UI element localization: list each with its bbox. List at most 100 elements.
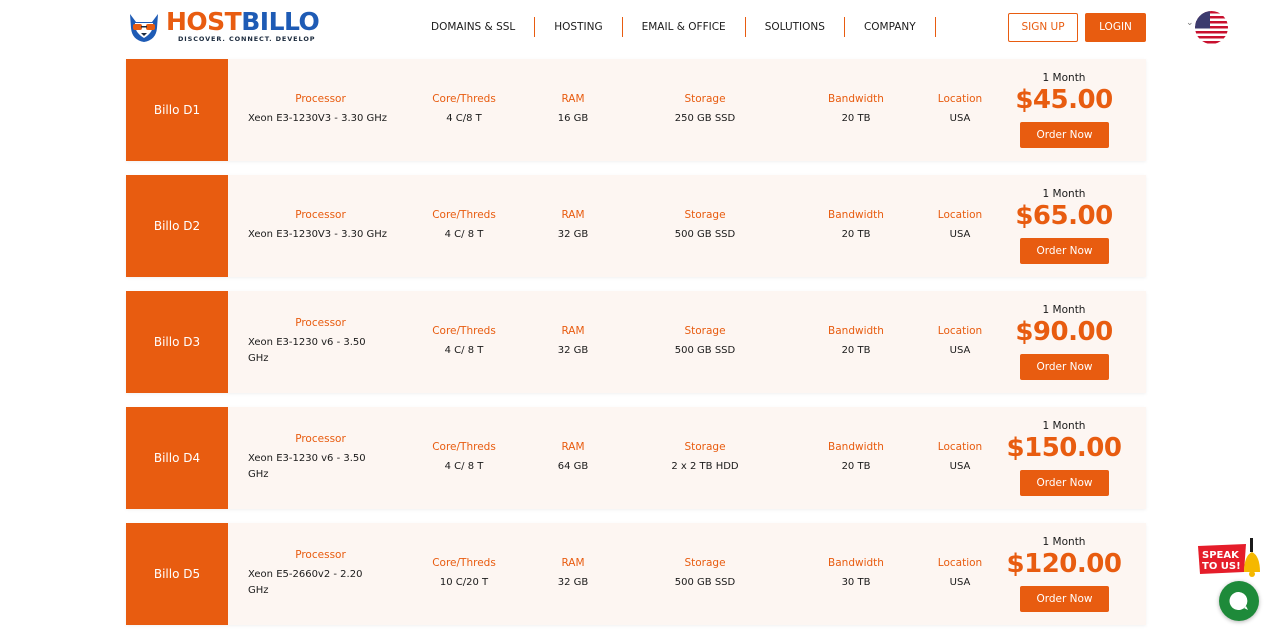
cat-mascot-icon (130, 14, 158, 42)
location-label: Location (937, 441, 983, 453)
location-value: USA (949, 577, 971, 588)
processor-value: Xeon E3-1230V3 - 3.30 GHz (248, 113, 388, 124)
nav-company[interactable]: COMPANY (845, 17, 936, 37)
processor-label: Processor (295, 93, 346, 105)
storage-label: Storage (684, 557, 726, 569)
price-column: 1 Month $120.00 Order Now (1006, 523, 1122, 625)
location-spec: Location USA (925, 407, 995, 509)
chat-bubble-icon (1229, 591, 1248, 610)
plan-card: Billo D3 Processor Xeon E3-1230 v6 - 3.5… (126, 291, 1146, 393)
bandwidth-spec: Bandwidth 30 TB (816, 523, 896, 625)
signup-button[interactable]: SIGN UP (1008, 13, 1078, 42)
location-value: USA (949, 113, 971, 124)
storage-spec: Storage 500 GB SSD (650, 291, 760, 393)
plan-card: Billo D1 Processor Xeon E3-1230V3 - 3.30… (126, 59, 1146, 161)
brand-tagline: DISCOVER. CONNECT. DEVELOP (178, 35, 316, 43)
plan-name: Billo D4 (126, 407, 228, 509)
bandwidth-value: 20 TB (841, 113, 871, 124)
plan-price: $90.00 (1015, 317, 1113, 347)
nav-domains-ssl[interactable]: DOMAINS & SSL (412, 17, 536, 37)
bandwidth-value: 20 TB (841, 345, 871, 356)
cores-label: Core/Threds (432, 557, 496, 569)
billing-term: 1 Month (1042, 72, 1086, 84)
processor-spec: Processor Xeon E3-1230 v6 - 3.50 GHz (248, 291, 383, 393)
bandwidth-label: Bandwidth (828, 325, 884, 337)
location-spec: Location USA (925, 59, 995, 161)
nav-solutions[interactable]: SOLUTIONS (746, 17, 845, 37)
plan-name: Billo D5 (126, 523, 228, 625)
billing-term: 1 Month (1042, 188, 1086, 200)
location-label: Location (937, 209, 983, 221)
bandwidth-spec: Bandwidth 20 TB (816, 175, 896, 277)
cores-spec: Core/Threds 4 C/8 T (414, 59, 514, 161)
brand-wordmark: HOSTBILLO (166, 7, 320, 36)
price-column: 1 Month $65.00 Order Now (1006, 175, 1122, 277)
ram-spec: RAM 64 GB (533, 407, 613, 509)
storage-label: Storage (684, 93, 726, 105)
speak-text-line2: TO US! (1202, 561, 1241, 572)
ram-spec: RAM 32 GB (533, 291, 613, 393)
order-now-button[interactable]: Order Now (1020, 586, 1109, 612)
bandwidth-value: 20 TB (841, 461, 871, 472)
ram-label: RAM (561, 325, 585, 337)
cores-spec: Core/Threds 4 C/ 8 T (414, 291, 514, 393)
speak-to-us-widget[interactable]: SPEAK TO US! (1196, 536, 1266, 578)
bandwidth-label: Bandwidth (828, 441, 884, 453)
nav-email-office[interactable]: EMAIL & OFFICE (623, 17, 746, 37)
chat-button[interactable] (1219, 581, 1259, 621)
storage-label: Storage (684, 441, 726, 453)
ram-value: 32 GB (557, 229, 589, 240)
ram-label: RAM (561, 93, 585, 105)
bandwidth-value: 20 TB (841, 229, 871, 240)
ram-spec: RAM 16 GB (533, 59, 613, 161)
cores-label: Core/Threds (432, 93, 496, 105)
location-spec: Location USA (925, 175, 995, 277)
bandwidth-spec: Bandwidth 20 TB (816, 59, 896, 161)
login-button[interactable]: LOGIN (1085, 13, 1146, 42)
order-now-button[interactable]: Order Now (1020, 122, 1109, 148)
location-value: USA (949, 229, 971, 240)
ram-value: 32 GB (557, 577, 589, 588)
storage-label: Storage (684, 325, 726, 337)
processor-value: Xeon E3-1230V3 - 3.30 GHz (248, 229, 388, 240)
cores-label: Core/Threds (432, 325, 496, 337)
processor-label: Processor (295, 209, 346, 221)
plan-card: Billo D2 Processor Xeon E3-1230V3 - 3.30… (126, 175, 1146, 277)
storage-value: 500 GB SSD (674, 229, 736, 240)
ram-label: RAM (561, 441, 585, 453)
location-label: Location (937, 93, 983, 105)
billing-term: 1 Month (1042, 304, 1086, 316)
cores-value: 4 C/ 8 T (444, 345, 484, 356)
location-spec: Location USA (925, 523, 995, 625)
storage-value: 2 x 2 TB HDD (671, 461, 739, 472)
processor-value: Xeon E5-2660v2 - 2.20 GHz (248, 569, 363, 596)
main-nav: DOMAINS & SSL HOSTING EMAIL & OFFICE SOL… (412, 16, 936, 38)
location-value: USA (949, 345, 971, 356)
plan-name: Billo D2 (126, 175, 228, 277)
bell-icon (1244, 538, 1260, 577)
order-now-button[interactable]: Order Now (1020, 238, 1109, 264)
storage-value: 500 GB SSD (674, 345, 736, 356)
processor-label: Processor (295, 549, 346, 561)
location-value: USA (949, 461, 971, 472)
cores-spec: Core/Threds 10 C/20 T (414, 523, 514, 625)
location-label: Location (937, 325, 983, 337)
bandwidth-value: 30 TB (841, 577, 871, 588)
processor-label: Processor (295, 317, 346, 329)
location-label: Location (937, 557, 983, 569)
site-header: HOSTBILLO DISCOVER. CONNECT. DEVELOP DOM… (0, 0, 1276, 56)
bandwidth-spec: Bandwidth 20 TB (816, 407, 896, 509)
storage-label: Storage (684, 209, 726, 221)
hostbillo-logo[interactable]: HOSTBILLO DISCOVER. CONNECT. DEVELOP (126, 8, 336, 46)
storage-spec: Storage 2 x 2 TB HDD (650, 407, 760, 509)
price-column: 1 Month $90.00 Order Now (1006, 291, 1122, 393)
order-now-button[interactable]: Order Now (1020, 470, 1109, 496)
storage-spec: Storage 250 GB SSD (650, 59, 760, 161)
bandwidth-label: Bandwidth (828, 557, 884, 569)
processor-spec: Processor Xeon E3-1230V3 - 3.30 GHz (248, 59, 398, 161)
order-now-button[interactable]: Order Now (1020, 354, 1109, 380)
plan-name: Billo D1 (126, 59, 228, 161)
processor-spec: Processor Xeon E5-2660v2 - 2.20 GHz (248, 523, 383, 625)
us-flag-icon[interactable] (1195, 11, 1228, 44)
nav-hosting[interactable]: HOSTING (535, 17, 623, 37)
